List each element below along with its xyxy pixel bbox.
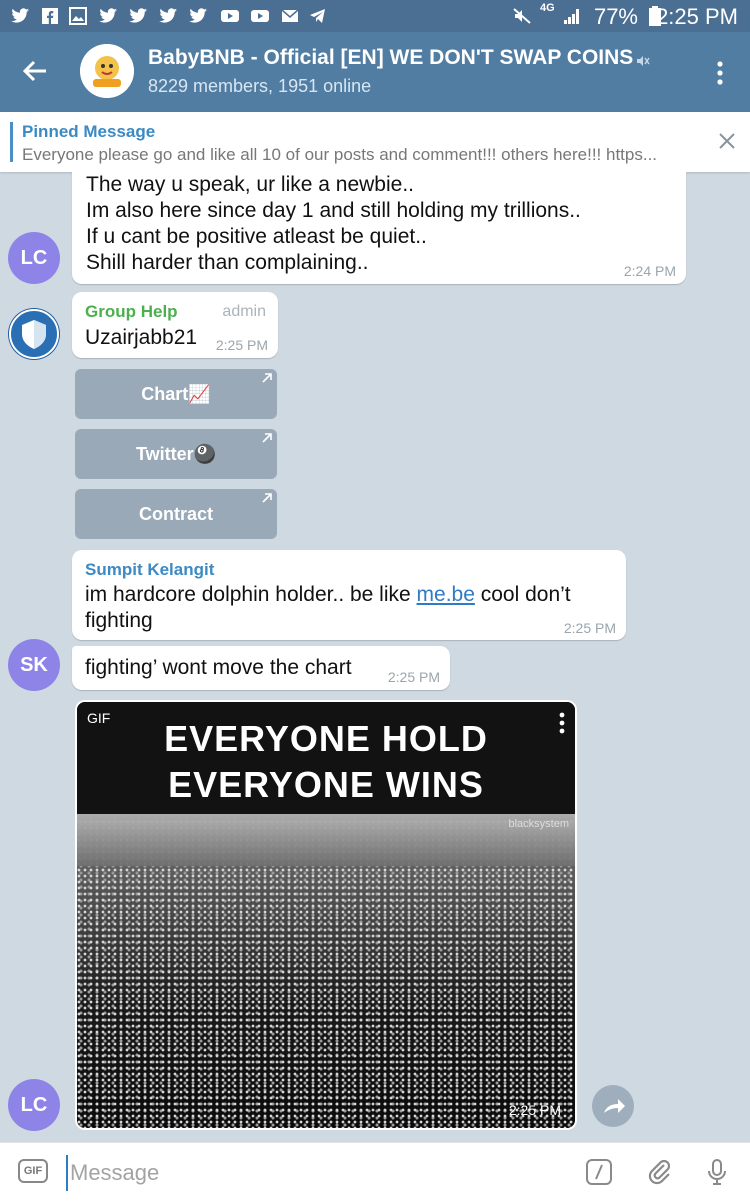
sender-name[interactable]: Group Help bbox=[85, 302, 178, 322]
message-text: im hardcore dolphin holder.. be like me.… bbox=[85, 582, 615, 634]
mail-icon bbox=[281, 9, 299, 22]
muted-icon bbox=[637, 56, 650, 66]
battery-percent: 77% bbox=[593, 4, 638, 29]
pinned-accent-bar bbox=[10, 122, 13, 162]
pinned-message[interactable]: Pinned Message Everyone please go and li… bbox=[0, 112, 750, 172]
telegram-icon bbox=[310, 9, 325, 23]
gif-button[interactable]: GIF bbox=[18, 1159, 48, 1183]
share-icon bbox=[604, 1099, 625, 1113]
gif-media[interactable]: EVERYONE HOLD EVERYONE WINS GIF blacksys… bbox=[77, 702, 575, 1128]
close-icon[interactable] bbox=[718, 132, 736, 150]
babybnb-logo-icon bbox=[80, 44, 134, 98]
gif-watermark: blacksystem bbox=[508, 818, 569, 830]
message-bubble[interactable]: Group Help admin Uzairjabb21 2:25 PM bbox=[72, 292, 278, 358]
inline-button-label: Chart📈 bbox=[141, 383, 211, 404]
external-link-icon bbox=[262, 493, 272, 503]
message-text-part: im hardcore dolphin holder.. be like bbox=[85, 583, 417, 606]
microphone-icon[interactable] bbox=[702, 1157, 732, 1187]
twitter-icon bbox=[11, 8, 29, 23]
message-time: 2:25 PM bbox=[387, 669, 440, 685]
crowd-image bbox=[77, 820, 575, 1128]
twitter-icon bbox=[159, 8, 177, 23]
message-text: The way u speak, ur like a newbie.. Im a… bbox=[86, 173, 581, 274]
gif-message[interactable]: EVERYONE HOLD EVERYONE WINS GIF blacksys… bbox=[75, 700, 577, 1130]
message-composer: GIF bbox=[0, 1142, 750, 1201]
clock: 2:25 PM bbox=[656, 4, 738, 29]
back-arrow-icon[interactable] bbox=[20, 56, 50, 86]
youtube-icon bbox=[251, 10, 269, 22]
group-title[interactable]: BabyBNB - Official [EN] WE DON'T SWAP CO… bbox=[148, 46, 633, 70]
message-bubble[interactable]: The way u speak, ur like a newbie.. Im a… bbox=[72, 172, 686, 284]
signal-icon bbox=[564, 9, 579, 24]
sender-name[interactable]: Sumpit Kelangit bbox=[85, 560, 214, 580]
gallery-icon bbox=[69, 7, 87, 25]
chat-header: BabyBNB - Official [EN] WE DON'T SWAP CO… bbox=[0, 32, 750, 112]
message-text: fighting’ wont move the chart bbox=[85, 656, 352, 679]
inline-button-contract[interactable]: Contract bbox=[75, 489, 277, 539]
message-time: 2:25 PM bbox=[215, 337, 268, 353]
mute-icon bbox=[513, 8, 531, 24]
attach-icon[interactable] bbox=[644, 1157, 674, 1187]
message-text: Uzairjabb21 bbox=[85, 326, 198, 349]
network-label: 4G bbox=[540, 2, 555, 14]
external-link-icon bbox=[262, 373, 272, 383]
external-link-icon bbox=[262, 433, 272, 443]
gif-caption-line1: EVERYONE HOLD bbox=[164, 718, 488, 759]
gif-caption-line2: EVERYONE WINS bbox=[168, 764, 484, 805]
twitter-icon bbox=[99, 8, 117, 23]
avatar[interactable] bbox=[8, 308, 60, 360]
bot-commands-icon[interactable] bbox=[584, 1157, 614, 1187]
message-time: 2:24 PM bbox=[623, 263, 676, 279]
group-avatar[interactable] bbox=[80, 44, 134, 98]
inline-button-twitter[interactable]: Twitter🎱 bbox=[75, 429, 277, 479]
message-link[interactable]: me.be bbox=[417, 583, 475, 606]
avatar[interactable]: LC bbox=[8, 232, 60, 284]
twitter-icon bbox=[129, 8, 147, 23]
gif-label: GIF bbox=[87, 710, 111, 726]
more-options-icon[interactable] bbox=[712, 60, 728, 86]
stage-image bbox=[77, 810, 575, 866]
inline-button-label: Contract bbox=[138, 503, 213, 524]
admin-badge: admin bbox=[222, 303, 266, 320]
message-time: 2:25 PM bbox=[508, 1102, 561, 1118]
pinned-text: Everyone please go and like all 10 of ou… bbox=[22, 145, 658, 164]
message-bubble[interactable]: fighting’ wont move the chart 2:25 PM bbox=[72, 646, 450, 690]
status-bar: 4G 77% 2:25 PM bbox=[0, 0, 750, 32]
shield-icon bbox=[9, 309, 59, 359]
more-options-icon[interactable] bbox=[559, 712, 565, 734]
avatar[interactable]: SK bbox=[8, 639, 60, 691]
avatar[interactable]: LC bbox=[8, 1079, 60, 1131]
message-input[interactable] bbox=[66, 1155, 552, 1191]
youtube-icon bbox=[221, 10, 239, 22]
message-time: 2:25 PM bbox=[563, 620, 616, 636]
twitter-icon bbox=[189, 8, 207, 23]
share-button[interactable] bbox=[592, 1085, 634, 1127]
group-subtitle: 8229 members, 1951 online bbox=[148, 76, 372, 96]
facebook-icon bbox=[42, 8, 58, 24]
inline-button-chart[interactable]: Chart📈 bbox=[75, 369, 277, 419]
message-bubble[interactable]: Sumpit Kelangit im hardcore dolphin hold… bbox=[72, 550, 626, 640]
pinned-title: Pinned Message bbox=[22, 122, 156, 141]
inline-button-label: Twitter🎱 bbox=[135, 443, 217, 464]
